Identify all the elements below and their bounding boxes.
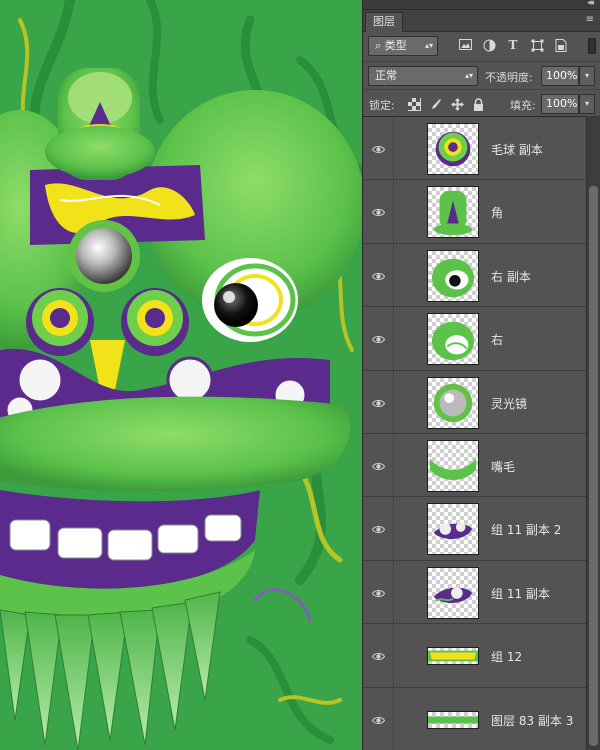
- visibility-eye-icon[interactable]: [371, 460, 386, 470]
- layer-name[interactable]: 右 副本: [491, 268, 531, 285]
- fill-label: 填充:: [510, 99, 536, 112]
- visibility-eye-icon[interactable]: [371, 397, 386, 407]
- fill-field[interactable]: 100%: [541, 94, 579, 114]
- blend-mode-select[interactable]: 正常 ▴▾: [368, 66, 478, 86]
- layer-row[interactable]: 灵光镜: [363, 370, 587, 434]
- layer-row[interactable]: 组 12: [363, 624, 587, 688]
- document-canvas[interactable]: [0, 0, 362, 750]
- lock-label: 锁定:: [369, 99, 395, 112]
- layer-name[interactable]: 角: [491, 204, 503, 221]
- visibility-eye-icon[interactable]: [371, 143, 386, 153]
- layer-list-scrollbar[interactable]: [586, 116, 600, 750]
- layer-thumbnail[interactable]: [427, 647, 479, 666]
- opacity-field[interactable]: 100%: [541, 66, 579, 86]
- filter-row: ⌕ 类型 ▴▾ T: [363, 32, 600, 62]
- type-filter-icon[interactable]: T: [506, 39, 520, 52]
- layer-row[interactable]: 组 11 副本: [363, 560, 587, 625]
- chevron-down-icon: ▴▾: [464, 71, 473, 80]
- panel-tab-bar: 图层 ≡: [363, 10, 600, 32]
- layer-name[interactable]: 组 11 副本: [491, 585, 550, 602]
- layer-name[interactable]: 灵光镜: [491, 395, 527, 412]
- layers-panel: ◂◂ 图层 ≡ ⌕ 类型 ▴▾ T 正常 ▴▾ 不透明度: 100% ▾ 锁定:…: [362, 0, 600, 750]
- filter-kind-label: 类型: [384, 39, 407, 52]
- layer-row[interactable]: 组 11 副本 2: [363, 497, 587, 561]
- opacity-dropdown-button[interactable]: ▾: [579, 66, 595, 86]
- search-icon: ⌕: [375, 39, 382, 52]
- layer-thumbnail[interactable]: [427, 313, 479, 366]
- filter-toggle[interactable]: [588, 38, 596, 54]
- layer-name[interactable]: 毛球 副本: [491, 141, 543, 158]
- opacity-label: 不透明度:: [485, 71, 533, 84]
- visibility-eye-icon[interactable]: [371, 270, 386, 280]
- layer-name[interactable]: 嘴毛: [491, 458, 515, 475]
- visibility-eye-icon[interactable]: [371, 206, 386, 217]
- layer-row-divider: [393, 180, 394, 243]
- lock-row: 锁定: 填充: 100% ▾: [363, 90, 600, 118]
- layer-thumbnail[interactable]: [427, 249, 479, 302]
- visibility-eye-icon[interactable]: [371, 587, 386, 597]
- visibility-eye-icon[interactable]: [371, 650, 386, 661]
- layer-row[interactable]: 嘴毛: [363, 433, 587, 498]
- layer-thumbnail[interactable]: [427, 123, 479, 175]
- layer-list: 毛球 副本角右 副本右灵光镜嘴毛组 11 副本 2 组 11 副本组 12 图层 8…: [363, 116, 587, 750]
- layer-row-divider: [393, 687, 394, 750]
- lock-all-icon[interactable]: [473, 98, 486, 111]
- blend-row: 正常 ▴▾ 不透明度: 100% ▾: [363, 62, 600, 90]
- layer-row[interactable]: 图层 83 副本 3: [363, 687, 587, 750]
- smart-object-filter-icon[interactable]: [554, 39, 568, 52]
- lock-position-icon[interactable]: [451, 98, 464, 111]
- layer-name[interactable]: 组 11 副本 2: [491, 521, 561, 538]
- layer-row[interactable]: 角: [363, 180, 587, 244]
- layer-thumbnail[interactable]: [427, 439, 479, 492]
- layer-name[interactable]: 组 12: [491, 648, 522, 665]
- fill-dropdown-button[interactable]: ▾: [579, 94, 595, 114]
- layer-thumbnail[interactable]: [427, 710, 479, 729]
- layer-thumbnail[interactable]: [427, 503, 479, 556]
- shape-filter-icon[interactable]: [530, 39, 544, 52]
- blend-mode-value: 正常: [375, 69, 397, 82]
- collapse-panels-icon[interactable]: ◂◂: [587, 0, 594, 8]
- layer-thumbnail[interactable]: [427, 566, 479, 619]
- visibility-eye-icon[interactable]: [371, 523, 386, 534]
- scrollbar-thumb[interactable]: [589, 186, 598, 746]
- lock-image-pixels-icon[interactable]: [429, 98, 442, 111]
- adjustment-filter-icon[interactable]: [482, 39, 496, 52]
- layer-row[interactable]: 右 副本: [363, 243, 587, 308]
- layer-thumbnail[interactable]: [427, 186, 479, 239]
- lock-transparent-pixels-icon[interactable]: [408, 98, 421, 111]
- layer-row-divider: [393, 370, 394, 433]
- lion-head-artwork: [0, 0, 362, 750]
- chevron-down-icon: ▴▾: [424, 41, 433, 50]
- layer-row[interactable]: 毛球 副本: [363, 117, 587, 181]
- layer-row-divider: [393, 624, 394, 687]
- layer-row-divider: [393, 560, 394, 624]
- visibility-eye-icon[interactable]: [371, 333, 386, 344]
- layer-row[interactable]: 右: [363, 307, 587, 371]
- panel-menu-icon[interactable]: ≡: [586, 14, 594, 25]
- layer-name[interactable]: 图层 83 副本 3: [491, 712, 573, 729]
- layer-row-divider: [393, 497, 394, 560]
- layer-row-divider: [393, 307, 394, 370]
- image-filter-icon[interactable]: [458, 39, 472, 52]
- layer-thumbnail[interactable]: [427, 376, 479, 429]
- panel-top-strip: ◂◂: [363, 0, 600, 10]
- visibility-eye-icon[interactable]: [371, 714, 386, 724]
- layer-row-divider: [393, 243, 394, 307]
- layer-row-divider: [393, 117, 394, 180]
- tab-layers[interactable]: 图层: [365, 12, 403, 32]
- filter-kind-select[interactable]: ⌕ 类型 ▴▾: [368, 36, 438, 56]
- layer-row-divider: [393, 433, 394, 497]
- layer-name[interactable]: 右: [491, 331, 503, 348]
